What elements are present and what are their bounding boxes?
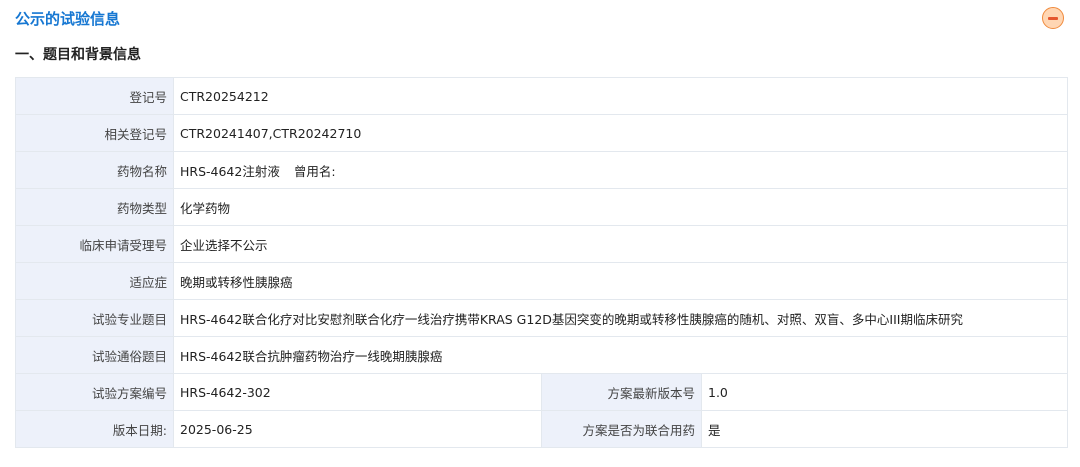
row-value: 晚期或转移性胰腺癌 xyxy=(173,262,1068,300)
table-row: 适应症 晚期或转移性胰腺癌 xyxy=(15,262,1068,300)
table-row: 登记号 CTR20254212 xyxy=(15,77,1068,115)
former-name-label: 曾用名: xyxy=(293,163,336,179)
row-value: 2025-06-25 xyxy=(173,410,542,448)
section-heading: 一、题目和背景信息 xyxy=(15,47,141,63)
row-label: 试验方案编号 xyxy=(15,373,174,411)
table-row: 试验通俗题目 HRS-4642联合抗肿瘤药物治疗一线晚期胰腺癌 xyxy=(15,336,1068,374)
row-label: 方案最新版本号 xyxy=(541,373,702,411)
minus-bar xyxy=(1048,17,1058,20)
row-value: CTR20241407,CTR20242710 xyxy=(173,114,1068,152)
public-trial-info-title: 公示的试验信息 xyxy=(15,10,121,28)
table-row: 试验方案编号 HRS-4642-302 方案最新版本号 1.0 xyxy=(15,373,1068,411)
row-label: 临床申请受理号 xyxy=(15,225,174,263)
row-label: 试验专业题目 xyxy=(15,299,174,337)
row-value: 化学药物 xyxy=(173,188,1068,226)
table-row: 试验专业题目 HRS-4642联合化疗对比安慰剂联合化疗一线治疗携带KRAS G… xyxy=(15,299,1068,337)
row-label: 版本日期: xyxy=(15,410,174,448)
row-value: CTR20254212 xyxy=(173,77,1068,115)
table-row: 相关登记号 CTR20241407,CTR20242710 xyxy=(15,114,1068,152)
minus-circle-icon[interactable] xyxy=(1042,7,1064,29)
row-value: HRS-4642联合化疗对比安慰剂联合化疗一线治疗携带KRAS G12D基因突变… xyxy=(173,299,1068,337)
trial-info-table: 登记号 CTR20254212 相关登记号 CTR20241407,CTR202… xyxy=(15,77,1068,448)
row-value-drug: HRS-4642注射液 曾用名: xyxy=(173,151,1068,189)
drug-name: HRS-4642注射液 xyxy=(180,163,280,179)
row-label: 相关登记号 xyxy=(15,114,174,152)
row-value: HRS-4642联合抗肿瘤药物治疗一线晚期胰腺癌 xyxy=(173,336,1068,374)
row-label: 方案是否为联合用药 xyxy=(541,410,702,448)
row-label: 适应症 xyxy=(15,262,174,300)
row-label: 登记号 xyxy=(15,77,174,115)
table-row: 临床申请受理号 企业选择不公示 xyxy=(15,225,1068,263)
row-value: HRS-4642-302 xyxy=(173,373,542,411)
row-value: 企业选择不公示 xyxy=(173,225,1068,263)
row-value: 1.0 xyxy=(701,373,1068,411)
row-label: 药物类型 xyxy=(15,188,174,226)
table-row: 药物类型 化学药物 xyxy=(15,188,1068,226)
table-row: 药物名称 HRS-4642注射液 曾用名: xyxy=(15,151,1068,189)
table-row: 版本日期: 2025-06-25 方案是否为联合用药 是 xyxy=(15,410,1068,448)
row-value: 是 xyxy=(701,410,1068,448)
row-label: 试验通俗题目 xyxy=(15,336,174,374)
trial-info-page: 公示的试验信息 一、题目和背景信息 登记号 CTR20254212 相关登记号 … xyxy=(0,0,1080,467)
row-label: 药物名称 xyxy=(15,151,174,189)
